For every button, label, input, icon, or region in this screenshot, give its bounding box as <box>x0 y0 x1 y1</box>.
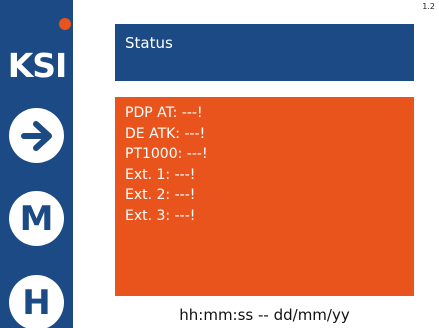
status-item-ext-3: Ext. 3: ---! <box>125 207 196 224</box>
arrow-right-icon <box>20 120 52 151</box>
status-item-ext-1: Ext. 1: ---! <box>125 166 196 183</box>
status-item-de-atk: DE ATK: ---! <box>125 125 206 142</box>
next-button[interactable] <box>9 108 64 163</box>
datetime-display: hh:mm:ss -- dd/mm/yy <box>179 306 350 324</box>
status-item-pt1000: PT1000: ---! <box>125 146 208 162</box>
device-screen: KSI M H 1.2 Status PDP AT: ---! DE ATK: … <box>0 0 439 328</box>
brand-logo: KSI <box>7 46 68 85</box>
header-bar: Status <box>115 24 414 81</box>
menu-button[interactable]: M <box>9 191 64 246</box>
status-panel: PDP AT: ---! DE ATK: ---! PT1000: ---! E… <box>115 97 414 296</box>
status-item-pdp-at: PDP AT: ---! <box>125 105 203 121</box>
status-item-ext-2: Ext. 2: ---! <box>125 187 196 203</box>
h-icon: H <box>22 282 51 323</box>
m-icon: M <box>19 198 54 239</box>
status-list: PDP AT: ---! DE ATK: ---! PT1000: ---! E… <box>125 103 208 226</box>
page-title: Status <box>125 34 173 52</box>
brand-dot-icon <box>59 18 71 30</box>
version-label: 1.2 <box>422 2 435 11</box>
home-button[interactable]: H <box>9 275 64 328</box>
sidebar: KSI M H <box>0 0 73 328</box>
